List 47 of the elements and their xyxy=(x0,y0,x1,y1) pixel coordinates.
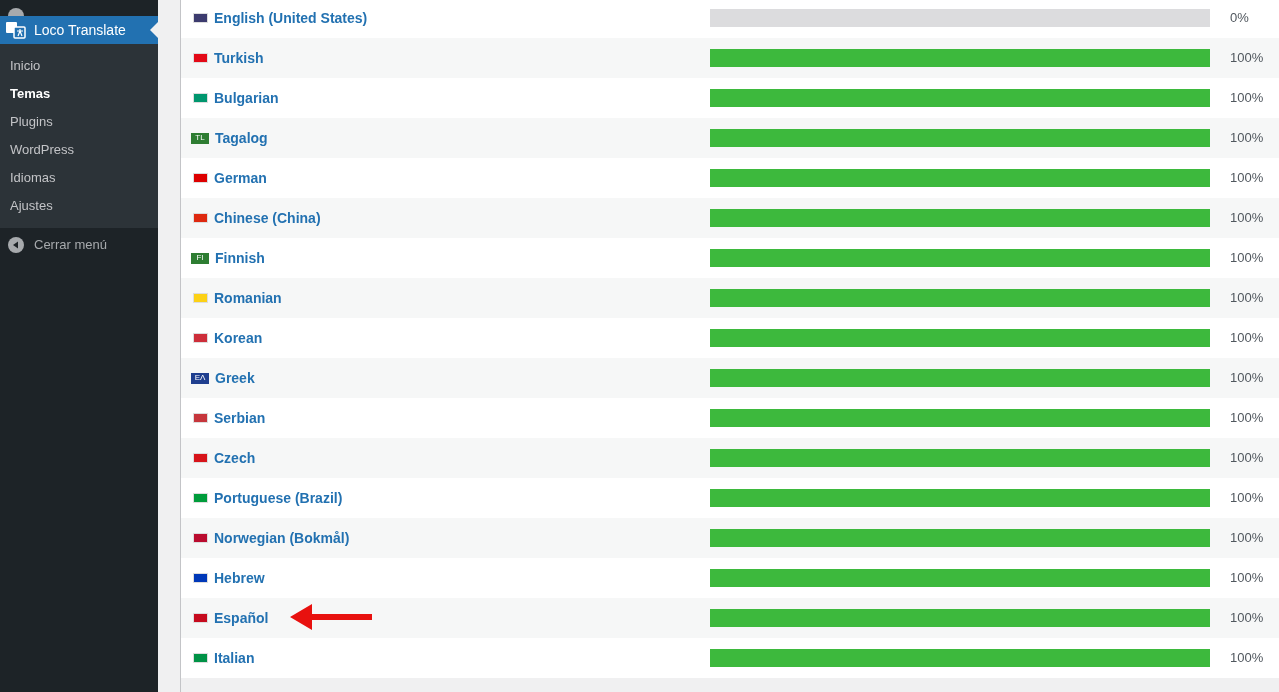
flag-icon: FI xyxy=(191,252,209,264)
percent-text: 100% xyxy=(1230,369,1264,388)
submenu-item[interactable]: Ajustes xyxy=(0,192,158,220)
percent-text: 100% xyxy=(1230,329,1264,348)
submenu-item[interactable]: WordPress xyxy=(0,136,158,164)
language-link[interactable]: Tagalog xyxy=(215,127,268,149)
percent-text: 100% xyxy=(1230,249,1264,268)
flag-icon: ΕΛ xyxy=(191,372,209,384)
language-link[interactable]: Bulgarian xyxy=(214,87,279,109)
language-link[interactable]: Español xyxy=(214,607,269,629)
submenu-item[interactable]: Temas xyxy=(0,80,158,108)
flag-icon: TL xyxy=(191,132,209,144)
submenu-item[interactable]: Inicio xyxy=(0,52,158,80)
language-link[interactable]: Czech xyxy=(214,447,256,469)
language-link[interactable]: Portuguese (Brazil) xyxy=(214,487,343,509)
percent-text: 0% xyxy=(1230,9,1249,28)
percent-text: 100% xyxy=(1230,449,1264,468)
language-link[interactable]: Turkish xyxy=(214,47,264,69)
percent-text: 100% xyxy=(1230,569,1264,588)
language-link[interactable]: Hebrew xyxy=(214,567,265,589)
submenu-item[interactable]: Plugins xyxy=(0,108,158,136)
percent-text: 100% xyxy=(1230,49,1264,68)
percent-text: 100% xyxy=(1230,289,1264,308)
percent-text: 100% xyxy=(1230,409,1264,428)
percent-text: 100% xyxy=(1230,649,1264,668)
language-link[interactable]: German xyxy=(214,167,267,189)
language-link[interactable]: Greek xyxy=(215,367,255,389)
percent-text: 100% xyxy=(1230,169,1264,188)
language-link[interactable]: Norwegian (Bokmål) xyxy=(214,527,350,549)
language-link[interactable]: Chinese (China) xyxy=(214,207,321,229)
collapse-menu-button[interactable]: Cerrar menú xyxy=(0,237,158,253)
percent-text: 100% xyxy=(1230,209,1264,228)
sidebar-item[interactable]: Loco Translate xyxy=(0,16,158,44)
percent-text: 100% xyxy=(1230,89,1264,108)
collapse-icon xyxy=(8,237,24,253)
percent-text: 100% xyxy=(1230,489,1264,508)
language-link[interactable]: Serbian xyxy=(214,407,266,429)
language-link[interactable]: Korean xyxy=(214,327,263,349)
percent-text: 100% xyxy=(1230,129,1264,148)
language-link[interactable]: Romanian xyxy=(214,287,282,309)
percent-text: 100% xyxy=(1230,609,1264,628)
submenu-item[interactable]: Idiomas xyxy=(0,164,158,192)
translate-icon xyxy=(6,21,26,39)
language-link[interactable]: Finnish xyxy=(215,247,265,269)
language-link[interactable]: Italian xyxy=(214,647,255,669)
percent-text: 100% xyxy=(1230,529,1264,548)
language-link[interactable]: English (United States) xyxy=(214,7,368,29)
